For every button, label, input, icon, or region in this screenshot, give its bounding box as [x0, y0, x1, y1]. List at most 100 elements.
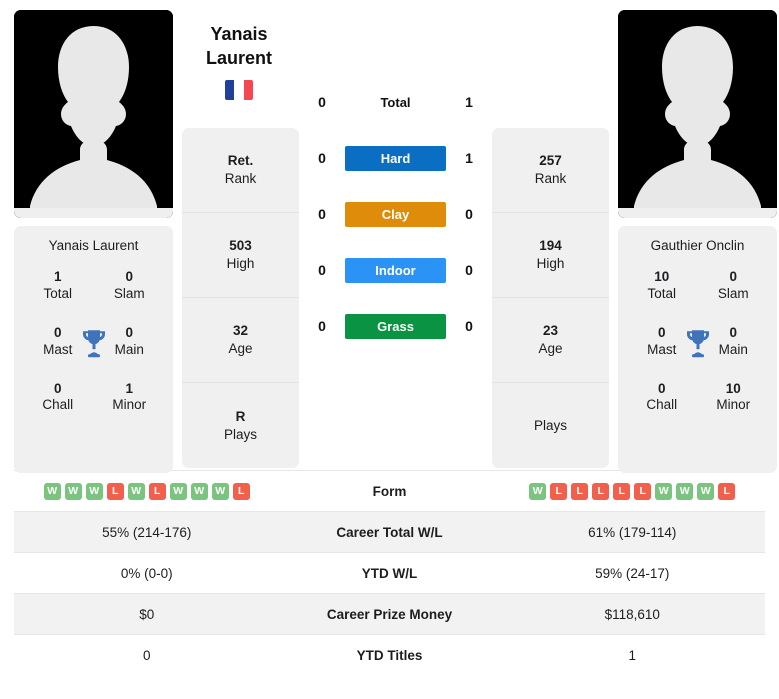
left-titles-minor: 1 Minor: [94, 381, 166, 415]
h2h-clay-badge[interactable]: Clay: [345, 201, 446, 227]
ytd-wl-label: YTD W/L: [361, 565, 418, 581]
left-titles-chall: 0 Chall: [22, 381, 94, 415]
france-flag: [225, 79, 253, 100]
right-meta-plays-label: Plays: [533, 417, 567, 433]
right-meta-rank-value: 257: [539, 153, 562, 169]
right-meta-column: 257 Rank 194 High 23 Age Plays: [492, 128, 609, 468]
left-meta-age: 32 Age: [182, 298, 299, 383]
h2h-grass-badge[interactable]: Grass: [345, 313, 446, 339]
left-titles-card: Yanais Laurent 1 Total 0 Slam 0 Mast 0 M…: [14, 226, 173, 473]
h2h-center-column: Yanais Laurent Gauthier Onclin: [206, 10, 492, 354]
h2h-clay-left-score: 0: [318, 206, 326, 222]
right-form-badge[interactable]: W: [529, 482, 547, 500]
left-meta-plays: R Plays: [182, 383, 299, 468]
left-player-name-block: Yanais Laurent: [180, 22, 298, 100]
right-titles-minor-label: Minor: [716, 397, 751, 413]
right-meta-age-value: 23: [542, 323, 559, 339]
left-form-badge[interactable]: L: [232, 482, 250, 500]
left-card-player-name: Yanais Laurent: [48, 238, 139, 253]
comparison-top-section: Yanais Laurent 1 Total 0 Slam 0 Mast 0 M…: [0, 0, 779, 473]
left-meta-plays-label: Plays: [223, 426, 257, 442]
career-total-wl-label: Career Total W/L: [336, 524, 443, 540]
left-form-badge[interactable]: W: [85, 482, 103, 500]
left-meta-plays-value: R: [235, 408, 246, 424]
right-ytd-titles: 1: [628, 647, 636, 663]
right-form-badge[interactable]: L: [613, 482, 631, 500]
right-form-badge[interactable]: W: [676, 482, 694, 500]
left-player-photo[interactable]: [14, 10, 173, 218]
left-player-first-name: Yanais: [210, 24, 268, 44]
right-meta-high: 194 High: [492, 213, 609, 298]
right-player-photo[interactable]: [618, 10, 777, 218]
h2h-hard-badge[interactable]: Hard: [345, 145, 446, 171]
right-titles-chall-value: 0: [657, 380, 666, 396]
table-row-ytd-titles: 0 YTD Titles 1: [14, 634, 765, 675]
right-form-badge[interactable]: W: [697, 482, 715, 500]
left-titles-slam-value: 0: [125, 269, 133, 284]
left-titles-slam-label: Slam: [113, 285, 145, 301]
left-meta-column: Ret. Rank 503 High 32 Age R Plays: [182, 128, 299, 468]
right-career-total-wl: 61% (179-114): [588, 524, 677, 540]
left-form-badge[interactable]: L: [148, 482, 166, 500]
right-titles-total-label: Total: [647, 285, 677, 301]
right-form-badge[interactable]: L: [592, 482, 610, 500]
left-form-badge[interactable]: W: [127, 482, 145, 500]
person-placeholder-icon: [14, 10, 173, 218]
right-form-badge[interactable]: W: [655, 482, 673, 500]
left-form-badge[interactable]: W: [64, 482, 82, 500]
right-form-cell: WLLLLLWWWL: [500, 482, 766, 500]
left-meta-rank-value: Ret.: [227, 153, 254, 169]
h2h-indoor-badge[interactable]: Indoor: [345, 257, 446, 283]
right-form-badge[interactable]: L: [550, 482, 568, 500]
right-titles-total-value: 10: [654, 269, 670, 284]
left-form-badge[interactable]: W: [43, 482, 61, 500]
right-form-badge[interactable]: L: [718, 482, 736, 500]
right-titles-chall-label: Chall: [646, 397, 678, 413]
left-form-badge[interactable]: W: [190, 482, 208, 500]
left-career-total-wl: 55% (214-176): [102, 524, 192, 540]
table-row-form: WWWLWLWWWL Form WLLLLLWWWL: [14, 470, 765, 511]
left-player-last-name: Laurent: [205, 48, 272, 69]
trophy-icon: [82, 329, 105, 357]
left-career-prize-money: $0: [139, 606, 155, 622]
right-card-player-name: Gauthier Onclin: [650, 238, 745, 253]
h2h-hard-right-score: 1: [465, 150, 473, 166]
stats-comparison-table: WWWLWLWWWL Form WLLLLLWWWL 55% (214-176)…: [14, 470, 765, 675]
left-meta-high: 503 High: [182, 213, 299, 298]
form-row-label: Form: [372, 483, 407, 499]
h2h-surface-rows: 0 Total 1 0 Hard 1 0 Clay 0 0 Indoor 0 0…: [299, 74, 492, 354]
left-form-badge[interactable]: W: [211, 482, 229, 500]
table-row-career-total-wl: 55% (214-176) Career Total W/L 61% (179-…: [14, 511, 765, 552]
right-titles-grid: 10 Total 0 Slam 0 Mast 0 Main 0 Chall 10…: [626, 269, 769, 414]
left-form-badge[interactable]: W: [169, 482, 187, 500]
right-career-prize-money: $118,610: [604, 606, 660, 622]
right-meta-high-value: 194: [539, 238, 562, 254]
right-meta-rank-label: Rank: [534, 171, 567, 186]
right-form-badge[interactable]: L: [634, 482, 652, 500]
trophy-icon: [686, 329, 709, 357]
right-meta-rank: 257 Rank: [492, 128, 609, 213]
left-titles-chall-value: 0: [53, 380, 62, 396]
ytd-titles-label: YTD Titles: [356, 647, 423, 663]
career-prize-money-label: Career Prize Money: [326, 606, 453, 622]
left-titles-minor-value: 1: [125, 380, 133, 396]
right-meta-age-label: Age: [538, 341, 563, 356]
right-titles-minor-value: 10: [725, 380, 741, 396]
left-titles-total-label: Total: [43, 285, 73, 301]
h2h-clay-right-score: 0: [465, 206, 473, 222]
player-comparison-page: Yanais Laurent 1 Total 0 Slam 0 Mast 0 M…: [0, 0, 779, 699]
h2h-row-clay: 0 Clay 0: [299, 186, 492, 242]
right-titles-slam: 0 Slam: [698, 269, 770, 303]
right-player-column: Gauthier Onclin 10 Total 0 Slam 0 Mast 0…: [618, 10, 777, 473]
h2h-row-grass: 0 Grass 0: [299, 298, 492, 354]
left-meta-high-value: 503: [229, 238, 252, 254]
left-form-badge[interactable]: L: [106, 482, 124, 500]
left-meta-rank-label: Rank: [224, 171, 257, 186]
h2h-grass-left-score: 0: [318, 318, 326, 334]
right-form-badge[interactable]: L: [571, 482, 589, 500]
left-form-cell: WWWLWLWWWL: [14, 482, 280, 500]
h2h-grass-right-score: 0: [465, 318, 473, 334]
left-player-column: Yanais Laurent 1 Total 0 Slam 0 Mast 0 M…: [14, 10, 173, 473]
right-form-strip: WLLLLLWWWL: [500, 482, 766, 500]
right-ytd-wl: 59% (24-17): [595, 565, 670, 581]
